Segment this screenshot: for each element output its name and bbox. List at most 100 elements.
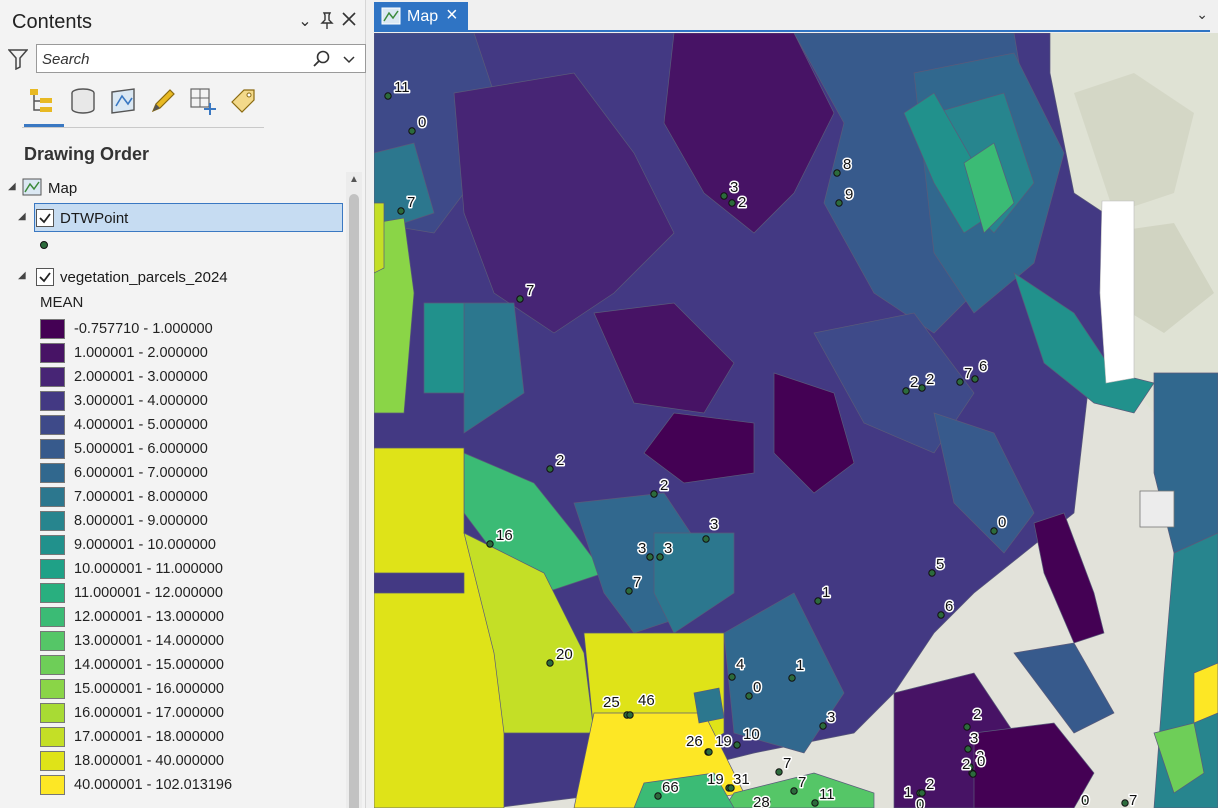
dtw-point[interactable] [728, 199, 736, 207]
dtw-point[interactable] [702, 535, 710, 543]
list-by-editing-icon[interactable] [146, 84, 180, 118]
expand-arrow-icon[interactable]: ◢ [8, 181, 18, 192]
map-icon [381, 7, 401, 25]
dtw-point[interactable] [928, 569, 936, 577]
dtw-point[interactable] [705, 748, 713, 756]
scrollbar-thumb[interactable] [349, 194, 359, 808]
dtw-point-label: 2 [556, 452, 564, 469]
expand-arrow-icon[interactable]: ◢ [18, 270, 28, 281]
list-by-labeling-icon[interactable] [226, 84, 260, 118]
dtw-point[interactable] [646, 553, 654, 561]
close-tab-icon[interactable]: × [446, 4, 458, 27]
tab-map[interactable]: Map × [374, 2, 468, 30]
dtw-point[interactable] [902, 387, 910, 395]
dtw-point[interactable] [990, 527, 998, 535]
dtw-point[interactable] [650, 490, 658, 498]
dtw-point[interactable] [546, 659, 554, 667]
legend-item[interactable]: 10.000001 - 11.000000 [40, 558, 340, 580]
dtw-point[interactable] [656, 553, 664, 561]
list-by-drawing-order-icon[interactable] [24, 84, 58, 118]
dtw-point[interactable] [835, 199, 843, 207]
legend-item[interactable]: 18.000001 - 40.000000 [40, 750, 340, 772]
legend-item[interactable]: 9.000001 - 10.000000 [40, 534, 340, 556]
dtw-point[interactable] [516, 295, 524, 303]
legend-item[interactable]: 2.000001 - 3.000000 [40, 366, 340, 388]
list-by-selection-icon[interactable] [106, 84, 140, 118]
dtw-point[interactable] [397, 207, 405, 215]
dtw-point[interactable] [625, 587, 633, 595]
legend-item[interactable]: 5.000001 - 6.000000 [40, 438, 340, 460]
parcel-region[interactable] [1193, 662, 1218, 724]
legend-swatch [40, 631, 65, 651]
pin-icon[interactable] [318, 12, 336, 32]
dtw-point[interactable] [1121, 799, 1129, 807]
legend-item[interactable]: 13.000001 - 14.000000 [40, 630, 340, 652]
filter-icon[interactable] [7, 48, 29, 71]
legend-item[interactable]: 12.000001 - 13.000000 [40, 606, 340, 628]
dtw-point[interactable] [720, 192, 728, 200]
dtw-point[interactable] [728, 673, 736, 681]
dtw-point[interactable] [775, 768, 783, 776]
search-icon[interactable] [313, 50, 331, 68]
legend-item[interactable]: 11.000001 - 12.000000 [40, 582, 340, 604]
dtw-point[interactable] [811, 799, 819, 807]
expand-arrow-icon[interactable]: ◢ [18, 211, 28, 222]
legend-item[interactable]: 7.000001 - 8.000000 [40, 486, 340, 508]
map-canvas[interactable]: 11 0 7 3 2 8 9 7 2 2 7 6 2 2 16 3 3 3 7 0 5 6 1 20 4 0 1 25 46 3 2 26 19… [374, 33, 1218, 808]
tab-list-chevron-icon[interactable]: ⌄ [1196, 6, 1208, 23]
dtw-point[interactable] [918, 384, 926, 392]
dtw-point[interactable] [788, 674, 796, 682]
dtw-point[interactable] [626, 711, 634, 719]
legend-swatch [40, 559, 65, 579]
legend-item[interactable]: 15.000001 - 16.000000 [40, 678, 340, 700]
layer-dtwpoint[interactable]: ◢ DTWPoint [0, 203, 346, 232]
map-graphic[interactable]: 1107328972 2 7 622163 33705612040125 463 226 19… [374, 33, 1218, 808]
dtw-point[interactable] [833, 169, 841, 177]
parcel-region[interactable] [374, 202, 385, 274]
dtw-point[interactable] [546, 465, 554, 473]
dtw-point[interactable] [814, 597, 822, 605]
dtw-point[interactable] [745, 692, 753, 700]
legend-item[interactable]: 17.000001 - 18.000000 [40, 726, 340, 748]
map-node[interactable]: ◢ Map [0, 176, 346, 202]
dtw-point[interactable] [937, 611, 945, 619]
dtw-point[interactable] [956, 378, 964, 386]
legend-label: 18.000001 - 40.000000 [74, 753, 224, 769]
scroll-up-arrow-icon[interactable]: ▲ [349, 174, 359, 185]
legend-item[interactable]: 8.000001 - 9.000000 [40, 510, 340, 532]
legend-item[interactable]: 3.000001 - 4.000000 [40, 390, 340, 412]
list-by-snapping-icon[interactable] [186, 84, 220, 118]
dtw-point-label: 19 [715, 733, 732, 750]
legend-item[interactable]: 14.000001 - 15.000000 [40, 654, 340, 676]
dtw-point[interactable] [790, 787, 798, 795]
legend-item[interactable]: 40.000001 - 102.013196 [40, 774, 340, 796]
pane-options-chevron-icon[interactable]: ⌄ [296, 12, 314, 32]
dtw-point[interactable] [733, 741, 741, 749]
dtw-point[interactable] [654, 792, 662, 800]
legend-item[interactable]: 1.000001 - 2.000000 [40, 342, 340, 364]
search-input[interactable] [42, 50, 302, 68]
dtw-point[interactable] [819, 722, 827, 730]
layer-visibility-checkbox[interactable] [36, 209, 54, 227]
dtw-point-label: 26 [686, 733, 703, 750]
legend-item[interactable]: -0.757710 - 1.000000 [40, 318, 340, 340]
layer-vegetation-parcels[interactable]: ◢ vegetation_parcels_2024 [0, 264, 346, 290]
parcel-region[interactable] [423, 302, 465, 394]
layer-visibility-checkbox[interactable] [36, 268, 54, 286]
legend-item[interactable]: 4.000001 - 5.000000 [40, 414, 340, 436]
legend-item[interactable]: 6.000001 - 7.000000 [40, 462, 340, 484]
dtw-point[interactable] [384, 92, 392, 100]
legend-item[interactable]: 16.000001 - 17.000000 [40, 702, 340, 724]
contents-scrollbar[interactable]: ▲ [346, 172, 362, 808]
tab-label: Map [407, 8, 439, 25]
dtw-point[interactable] [971, 375, 979, 383]
dtw-point[interactable] [408, 127, 416, 135]
contents-toolbar [22, 82, 264, 128]
search-dropdown-chevron-icon[interactable] [341, 51, 357, 67]
list-by-source-icon[interactable] [66, 84, 100, 118]
dtw-point[interactable] [969, 770, 977, 778]
nodata-area [1099, 200, 1135, 384]
dtw-point[interactable] [486, 540, 494, 548]
parcel-region[interactable] [693, 687, 725, 724]
close-icon[interactable] [340, 12, 358, 32]
